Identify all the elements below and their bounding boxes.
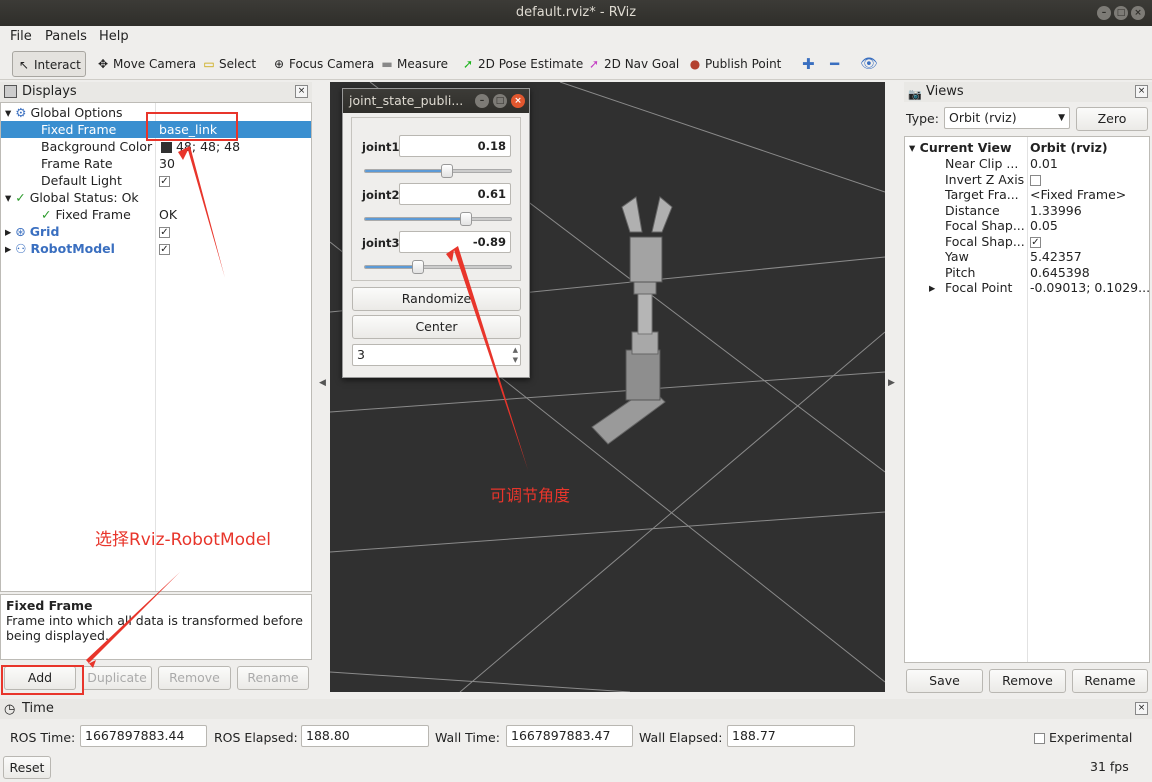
arrow-to-joint3 <box>446 246 528 470</box>
annotation-overlay <box>1 112 528 695</box>
highlight-box-add <box>1 665 84 695</box>
highlight-box-fixed-frame <box>146 112 238 141</box>
annotation-select-robotmodel: 选择Rviz-RobotModel <box>95 530 272 550</box>
arrow-to-fixed-frame <box>178 146 225 278</box>
arrow-to-add <box>86 572 180 668</box>
annotation-adjust-angle: 可调节角度 <box>490 486 571 505</box>
